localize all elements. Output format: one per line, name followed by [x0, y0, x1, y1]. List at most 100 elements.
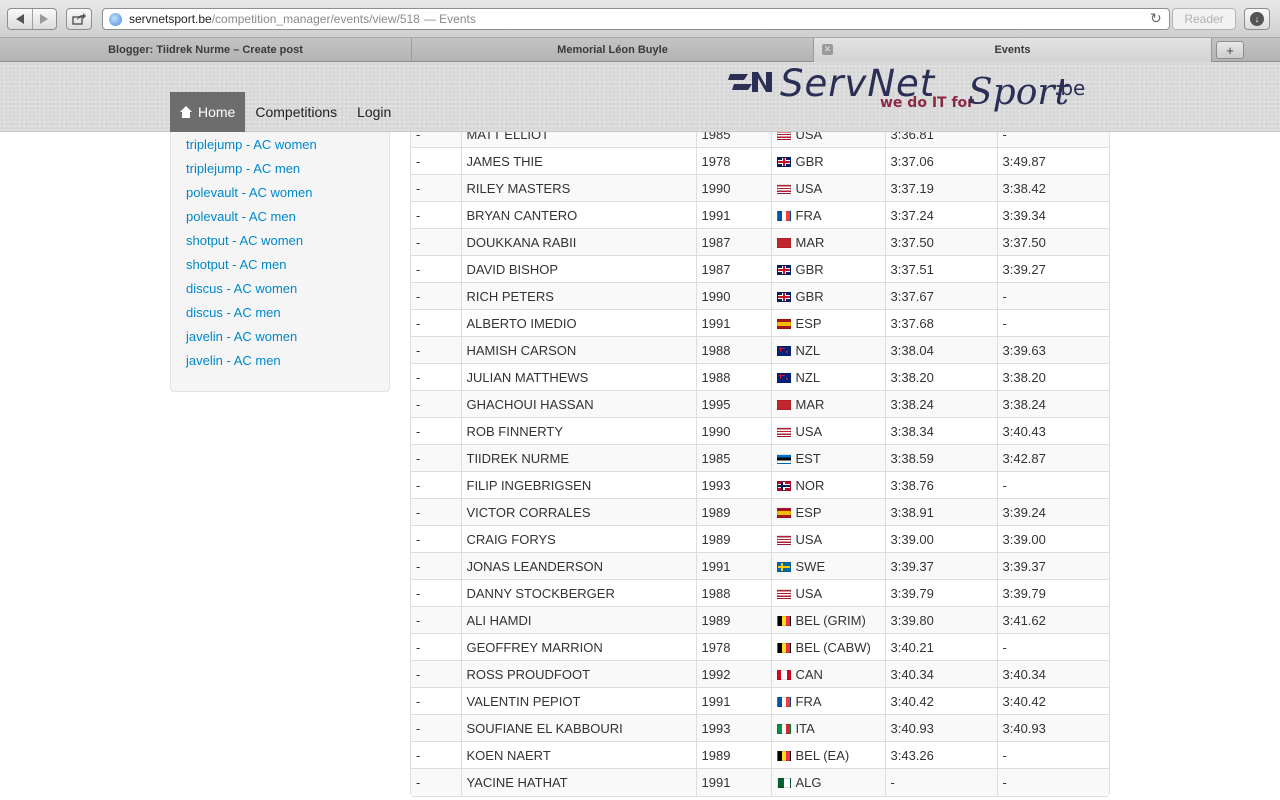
country-code: EST [795, 450, 821, 466]
country-cell: BEL (CABW) [770, 633, 885, 661]
tab-blogger[interactable]: Blogger: Tiidrek Nurme – Create post [0, 38, 412, 62]
country-cell: SWE [770, 552, 885, 580]
nav-home-label: Home [198, 104, 236, 120]
address-bar[interactable]: servnetsport.be /competition_manager/eve… [102, 8, 1170, 30]
share-button[interactable] [66, 8, 92, 30]
country-cell: USA [770, 174, 885, 202]
country-cell: FRA [770, 687, 885, 715]
birth-year-cell: 1995 [695, 390, 771, 418]
home-icon [180, 106, 192, 118]
rank-cell: - [411, 174, 461, 202]
browser-toolbar: servnetsport.be /competition_manager/eve… [0, 0, 1280, 38]
new-tab-button[interactable]: + [1216, 41, 1244, 59]
country-cell: ITA [770, 714, 885, 742]
performance-cell: 3:37.50 [884, 228, 997, 256]
downloads-button[interactable]: ↓ [1244, 8, 1270, 30]
performance-cell: 3:40.34 [884, 660, 997, 688]
performance-cell: 3:40.93 [884, 714, 997, 742]
best-time-cell: - [996, 282, 1109, 310]
athlete-name-cell: ROB FINNERTY [460, 417, 696, 445]
rank-cell: - [411, 606, 461, 634]
flag-esp-icon [776, 507, 791, 518]
athlete-name-cell: JONAS LEANDERSON [460, 552, 696, 580]
flag-gbr-icon [776, 264, 791, 275]
tab-memorial[interactable]: Memorial Léon Buyle [412, 38, 814, 62]
event-link[interactable]: discus - AC women [186, 281, 297, 296]
url-host: servnetsport.be [129, 12, 212, 26]
country-cell: NOR [770, 471, 885, 499]
back-button[interactable] [8, 9, 32, 29]
forward-arrow-icon [40, 14, 49, 24]
tab-label: Memorial Léon Buyle [557, 44, 668, 56]
rank-cell: - [411, 579, 461, 607]
rank-cell: - [411, 282, 461, 310]
rank-cell: - [411, 525, 461, 553]
country-code: BEL (GRIM) [795, 612, 866, 628]
country-code: USA [795, 531, 823, 547]
results-table: - MATT ELLIOT 1985 USA 3:36.81- - JAMES THIE 19… [411, 120, 1109, 796]
event-link[interactable]: shotput - AC women [186, 233, 303, 248]
table-row: - JAMES THIE 1978 GBR 3:37.06 3:49.87 [411, 147, 1109, 175]
event-link[interactable]: triplejump - AC women [186, 137, 317, 152]
table-row: - JULIAN MATTHEWS 1988 NZL 3:38.20 3:38.20 [411, 363, 1109, 391]
birth-year-cell: 1991 [695, 552, 771, 580]
best-time-cell: 3:38.24 [996, 390, 1109, 418]
tab-events[interactable]: ✕ Events [814, 38, 1212, 62]
performance-cell: 3:37.19 [884, 174, 997, 202]
reload-icon[interactable]: ↻ [1150, 11, 1162, 25]
country-cell: EST [770, 444, 885, 472]
event-link[interactable]: polevault - AC women [186, 185, 312, 200]
event-link[interactable]: polevault - AC men [186, 209, 296, 224]
table-row: - RICH PETERS 1990 GBR 3:37.67- [411, 282, 1109, 310]
performance-cell: 3:38.91 [884, 498, 997, 526]
servnetsport-logo[interactable]: ServNet we do IT for Sport .be [728, 62, 1098, 130]
country-code: MAR [795, 234, 825, 250]
nav-home[interactable]: Home [170, 92, 246, 132]
country-cell: NZL [770, 363, 885, 391]
performance-cell: 3:39.37 [884, 552, 997, 580]
logo-tld-text: .be [1054, 76, 1086, 100]
country-code: USA [795, 585, 823, 601]
performance-cell: 3:40.42 [884, 687, 997, 715]
country-code: ESP [795, 504, 822, 520]
rank-cell: - [411, 687, 461, 715]
flag-mar-icon [776, 237, 791, 248]
back-arrow-icon [15, 14, 24, 24]
nav-competitions[interactable]: Competitions [245, 92, 347, 132]
birth-year-cell: 1990 [695, 174, 771, 202]
flag-usa-icon [776, 426, 791, 437]
main-nav: Home Competitions Login [170, 92, 401, 132]
event-link[interactable]: javelin - AC women [186, 329, 297, 344]
country-cell: BEL (EA) [770, 741, 885, 769]
reader-button[interactable]: Reader [1172, 8, 1236, 30]
flag-fra-icon [776, 210, 791, 221]
logo-tagline: we do IT for [880, 95, 975, 111]
event-link[interactable]: discus - AC men [186, 305, 281, 320]
rank-cell: - [411, 741, 461, 769]
country-code: ITA [795, 720, 815, 736]
rank-cell: - [411, 201, 461, 229]
birth-year-cell: 1993 [695, 714, 771, 742]
table-row: - VALENTIN PEPIOT 1991 FRA 3:40.42 3:40.42 [411, 687, 1109, 715]
nav-login[interactable]: Login [347, 92, 401, 132]
athlete-name-cell: JULIAN MATTHEWS [460, 363, 696, 391]
url-page-title: — Events [423, 12, 476, 26]
rank-cell: - [411, 768, 461, 796]
site-header: Home Competitions Login ServNet we do IT… [0, 62, 1280, 132]
country-code: CAN [795, 666, 823, 682]
birth-year-cell: 1987 [695, 228, 771, 256]
event-link[interactable]: shotput - AC men [186, 257, 286, 272]
close-tab-icon[interactable]: ✕ [822, 44, 833, 55]
rank-cell: - [411, 147, 461, 175]
tab-label: Blogger: Tiidrek Nurme – Create post [108, 44, 303, 56]
birth-year-cell: 1989 [695, 606, 771, 634]
best-time-cell: 3:40.34 [996, 660, 1109, 688]
share-icon [72, 13, 86, 25]
best-time-cell: - [996, 309, 1109, 337]
athlete-name-cell: ROSS PROUDFOOT [460, 660, 696, 688]
forward-button[interactable] [31, 9, 57, 29]
event-link[interactable]: triplejump - AC men [186, 161, 300, 176]
flag-nzl-icon [776, 345, 791, 356]
event-link[interactable]: javelin - AC men [186, 353, 281, 368]
birth-year-cell: 1988 [695, 363, 771, 391]
